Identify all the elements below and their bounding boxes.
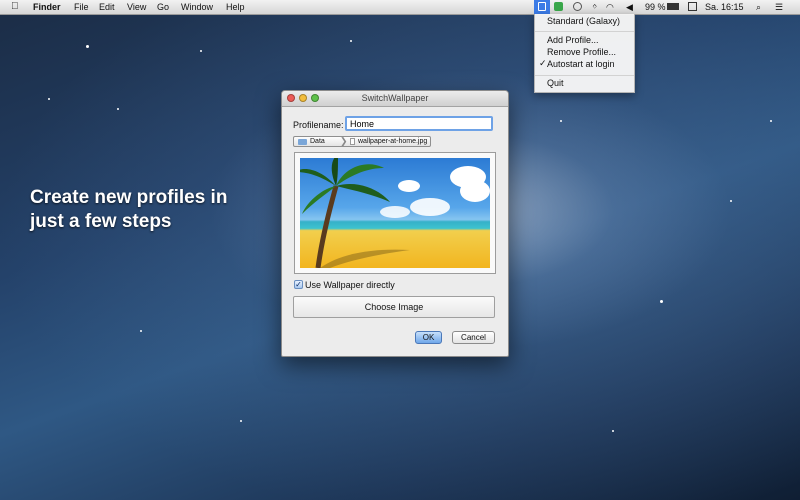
- time-machine-icon[interactable]: [573, 2, 582, 11]
- battery-icon[interactable]: [667, 3, 679, 10]
- menu-separator: [535, 75, 634, 76]
- evernote-icon[interactable]: [554, 2, 563, 11]
- choose-image-button[interactable]: Choose Image: [293, 296, 495, 318]
- menu-separator: [535, 31, 634, 32]
- caption-line-2: just a few steps: [30, 211, 172, 232]
- star: [240, 420, 242, 422]
- window-titlebar[interactable]: SwitchWallpaper: [282, 91, 508, 107]
- path-segment-folder[interactable]: Data: [310, 137, 325, 146]
- menu-window[interactable]: Window: [181, 1, 213, 13]
- star: [86, 45, 89, 48]
- menu-edit[interactable]: Edit: [99, 1, 115, 13]
- path-control[interactable]: Data ❯ wallpaper-at-home.jpg: [293, 136, 431, 147]
- window-title: SwitchWallpaper: [361, 93, 429, 103]
- menu-go[interactable]: Go: [157, 1, 169, 13]
- menu-help[interactable]: Help: [226, 1, 245, 13]
- wallpaper-preview-image: [300, 158, 490, 268]
- notification-center-icon[interactable]: ☰: [775, 1, 783, 13]
- menu-file[interactable]: File: [74, 1, 89, 13]
- star: [770, 120, 772, 122]
- use-wallpaper-checkbox[interactable]: ✓: [294, 280, 303, 289]
- menu-item-remove-profile[interactable]: Remove Profile...: [547, 47, 616, 58]
- image-well[interactable]: [294, 152, 496, 274]
- bluetooth-icon[interactable]: ᛜ: [592, 1, 597, 13]
- ok-button[interactable]: OK: [415, 331, 442, 344]
- star: [48, 98, 50, 100]
- menu-item-add-profile[interactable]: Add Profile...: [547, 35, 599, 46]
- spotlight-icon[interactable]: ⌕: [756, 1, 761, 13]
- status-menu: Standard (Galaxy) Add Profile... Remove …: [534, 14, 635, 93]
- promo-caption: Create new profiles in just a few steps: [30, 186, 270, 234]
- menu-view[interactable]: View: [127, 1, 146, 13]
- star: [200, 50, 202, 52]
- star: [612, 430, 614, 432]
- star: [140, 330, 142, 332]
- profile-name-label: Profilename:: [293, 120, 344, 130]
- use-wallpaper-label[interactable]: Use Wallpaper directly: [305, 280, 395, 290]
- switchwallpaper-tray-icon[interactable]: [534, 0, 550, 14]
- clock[interactable]: Sa. 16:15: [705, 1, 744, 13]
- star: [560, 120, 562, 122]
- caption-line-1: Create new profiles in: [30, 187, 228, 208]
- checkmark-icon: ✓: [539, 58, 547, 68]
- menu-item-current-profile[interactable]: Standard (Galaxy): [547, 16, 620, 27]
- input-source-icon[interactable]: [688, 2, 697, 11]
- star: [350, 40, 352, 42]
- star: [730, 200, 732, 202]
- folder-icon: [298, 139, 307, 145]
- menu-item-quit[interactable]: Quit: [547, 78, 564, 89]
- palm-tree-icon: [300, 158, 410, 268]
- cancel-button[interactable]: Cancel: [452, 331, 495, 344]
- battery-percent[interactable]: 99 %: [645, 1, 666, 13]
- volume-icon[interactable]: ◀: [626, 1, 633, 13]
- document-icon: [350, 138, 355, 145]
- path-segment-file[interactable]: wallpaper-at-home.jpg: [358, 137, 427, 146]
- menu-bar:  Finder File Edit View Go Window Help ᛜ…: [0, 0, 800, 15]
- app-menu-finder[interactable]: Finder: [33, 1, 61, 13]
- wifi-icon[interactable]: ◠: [606, 1, 614, 13]
- switchwallpaper-window: SwitchWallpaper Profilename: Data ❯ wall…: [281, 90, 509, 357]
- menu-item-autostart[interactable]: Autostart at login: [547, 59, 615, 70]
- star: [660, 300, 663, 303]
- chevron-right-icon: ❯: [340, 136, 348, 146]
- profile-name-input[interactable]: [345, 116, 493, 131]
- star: [117, 108, 119, 110]
- apple-menu-icon[interactable]: : [11, 1, 19, 13]
